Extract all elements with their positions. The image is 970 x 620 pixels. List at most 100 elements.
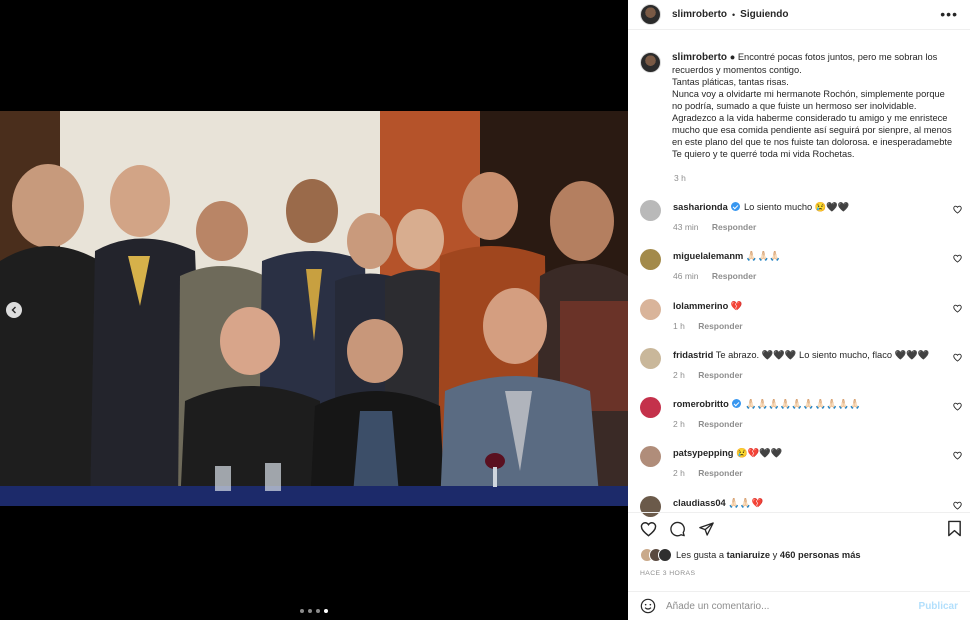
comment-time[interactable]: 2 h bbox=[673, 419, 685, 429]
reply-button[interactable]: Responder bbox=[712, 222, 756, 232]
comment-button[interactable] bbox=[669, 521, 686, 537]
comment-like-button[interactable] bbox=[953, 402, 962, 414]
comment-time[interactable]: 43 min bbox=[673, 222, 699, 232]
post-actions-bar bbox=[628, 512, 970, 544]
commenter-username[interactable]: sasharionda bbox=[673, 202, 728, 212]
commenter-avatar[interactable] bbox=[640, 298, 661, 320]
likes-prefix: Les gusta a bbox=[676, 550, 725, 560]
follow-status-button[interactable]: Siguiendo bbox=[740, 9, 788, 20]
carousel-dot bbox=[316, 609, 320, 613]
comment-like-button[interactable] bbox=[953, 451, 962, 463]
verified-badge-icon bbox=[731, 202, 741, 211]
commenter-avatar[interactable] bbox=[640, 446, 661, 468]
caption-line: Te quiero y te querré toda mi vida Roche… bbox=[672, 149, 855, 159]
share-button[interactable] bbox=[698, 521, 715, 537]
header-separator: • bbox=[732, 9, 736, 20]
comment-icon bbox=[670, 521, 685, 536]
paper-plane-icon bbox=[699, 521, 714, 536]
comment-like-button[interactable] bbox=[953, 353, 962, 365]
post-header: slimroberto • Siguiendo ••• bbox=[628, 0, 970, 30]
caption-timestamp[interactable]: 3 h bbox=[674, 173, 686, 183]
comment-like-button[interactable] bbox=[953, 304, 962, 316]
caption-line: no podría, sumado a que fuiste un hermos… bbox=[672, 101, 917, 111]
caption-line: recuerdos y momentos contigo. bbox=[672, 65, 802, 75]
caption-line: Agradezco a la vida haberme considerado … bbox=[672, 113, 948, 123]
commenter-avatar[interactable] bbox=[640, 249, 661, 271]
likes-count[interactable]: 460 personas más bbox=[780, 550, 861, 560]
post-photo[interactable] bbox=[0, 111, 628, 506]
comment-like-button[interactable] bbox=[953, 205, 962, 217]
comment-item: sasharionda Lo siento mucho 😢🖤🖤 43 min R… bbox=[640, 197, 970, 246]
commenter-username[interactable]: claudiass04 bbox=[673, 498, 726, 508]
reply-button[interactable]: Responder bbox=[698, 468, 742, 478]
publish-button[interactable]: Publicar bbox=[919, 601, 958, 612]
comment-time[interactable]: 2 h bbox=[673, 468, 685, 478]
comment-time[interactable]: 1 h bbox=[673, 321, 685, 331]
comment-line: fridastrid Te abrazo. 🖤🖤🖤 Lo siento much… bbox=[673, 349, 929, 361]
more-options-icon[interactable]: ••• bbox=[940, 7, 958, 21]
comment-item: lolammerino 💔 1 h Responder bbox=[640, 296, 970, 345]
comment-composer: Publicar bbox=[628, 591, 970, 620]
reply-button[interactable]: Responder bbox=[698, 419, 742, 429]
commenter-username[interactable]: lolammerino bbox=[673, 301, 728, 311]
comment-body: lolammerino 💔 1 h Responder bbox=[673, 296, 754, 345]
commenter-avatar[interactable] bbox=[640, 200, 661, 221]
caption-line: Nunca voy a olvidarte mi hermanote Rochó… bbox=[672, 89, 945, 99]
emoji-button[interactable] bbox=[640, 598, 656, 614]
comment-line: patsypepping 😢💔🖤🖤 bbox=[673, 447, 782, 459]
caption-line: Tantas pláticas, tantas risas. bbox=[672, 77, 789, 87]
heart-icon bbox=[953, 402, 962, 411]
comment-text: 🙏🏻🙏🏻💔 bbox=[728, 497, 764, 508]
reply-button[interactable]: Responder bbox=[712, 271, 756, 281]
group-photo-illustration bbox=[0, 111, 628, 506]
owner-username[interactable]: slimroberto bbox=[672, 9, 727, 20]
likes-summary: Les gusta a taniaruize y 460 personas má… bbox=[640, 548, 861, 562]
comment-body: romerobritto 🙏🏻🙏🏻🙏🏻🙏🏻🙏🏻🙏🏻🙏🏻🙏🏻🙏🏻🙏🏻 2 h Re… bbox=[673, 394, 861, 443]
liker-avatars[interactable] bbox=[640, 548, 672, 562]
comment-line: lolammerino 💔 bbox=[673, 300, 754, 312]
caption-username[interactable]: slimroberto bbox=[672, 52, 727, 63]
chevron-left-icon bbox=[11, 306, 16, 314]
reply-button[interactable]: Responder bbox=[698, 370, 742, 380]
comment-meta: 2 h Responder bbox=[673, 468, 782, 478]
carousel-previous-button[interactable] bbox=[6, 302, 22, 318]
heart-icon bbox=[953, 205, 962, 214]
commenter-avatar[interactable] bbox=[640, 397, 661, 419]
likes-featured-user[interactable]: taniaruize bbox=[727, 550, 770, 560]
carousel-indicator bbox=[300, 609, 328, 613]
commenter-username[interactable]: patsypepping bbox=[673, 448, 733, 458]
like-button[interactable] bbox=[640, 521, 657, 537]
comment-line: romerobritto 🙏🏻🙏🏻🙏🏻🙏🏻🙏🏻🙏🏻🙏🏻🙏🏻🙏🏻🙏🏻 bbox=[673, 398, 861, 410]
comment-item: romerobritto 🙏🏻🙏🏻🙏🏻🙏🏻🙏🏻🙏🏻🙏🏻🙏🏻🙏🏻🙏🏻 2 h Re… bbox=[640, 394, 970, 443]
heart-icon bbox=[640, 521, 657, 537]
comment-text: 🙏🏻🙏🏻🙏🏻 bbox=[745, 251, 781, 262]
comment-meta: 2 h Responder bbox=[673, 370, 929, 380]
comment-meta: 1 h Responder bbox=[673, 321, 754, 331]
commenter-username[interactable]: miguelalemanm bbox=[673, 251, 743, 261]
comment-item: patsypepping 😢💔🖤🖤 2 h Responder bbox=[640, 443, 970, 492]
comment-text: 💔 bbox=[730, 300, 743, 311]
commenter-avatar[interactable] bbox=[640, 347, 661, 369]
heart-icon bbox=[953, 255, 962, 263]
post-side-panel: slimroberto • Siguiendo ••• slimroberto … bbox=[628, 0, 970, 620]
save-button[interactable] bbox=[947, 520, 962, 540]
comment-like-button[interactable] bbox=[953, 501, 962, 513]
commenter-username[interactable]: romerobritto bbox=[673, 399, 729, 409]
comment-item: fridastrid Te abrazo. 🖤🖤🖤 Lo siento much… bbox=[640, 345, 970, 394]
reply-button[interactable]: Responder bbox=[698, 321, 742, 331]
comment-time[interactable]: 2 h bbox=[673, 370, 685, 380]
comment-line: sasharionda Lo siento mucho 😢🖤🖤 bbox=[673, 201, 850, 213]
commenter-username[interactable]: fridastrid bbox=[673, 350, 713, 360]
caption-line: slimroberto ● Encontré pocas fotos junto… bbox=[672, 51, 952, 64]
comment-input[interactable] bbox=[666, 600, 896, 612]
caption-owner-avatar[interactable] bbox=[640, 52, 661, 73]
comment-body: fridastrid Te abrazo. 🖤🖤🖤 Lo siento much… bbox=[673, 345, 929, 394]
comment-body: sasharionda Lo siento mucho 😢🖤🖤 43 min R… bbox=[673, 197, 850, 246]
post-timestamp[interactable]: HACE 3 HORAS bbox=[640, 570, 695, 577]
comment-line: claudiass04 🙏🏻🙏🏻💔 bbox=[673, 497, 763, 509]
comment-like-button[interactable] bbox=[953, 254, 962, 266]
owner-avatar[interactable] bbox=[640, 4, 661, 25]
comment-list: sasharionda Lo siento mucho 😢🖤🖤 43 min R… bbox=[640, 197, 970, 542]
liker-avatar[interactable] bbox=[658, 548, 672, 562]
comment-time[interactable]: 46 min bbox=[673, 271, 699, 281]
